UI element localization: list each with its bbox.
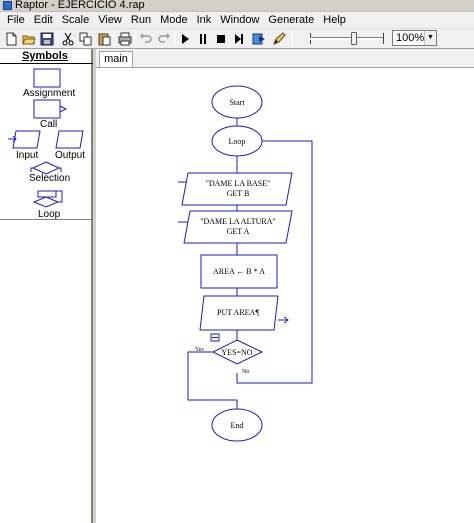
menu-window[interactable]: Window [216,13,264,28]
print-icon[interactable] [116,30,134,47]
slider-track [310,37,384,40]
panel-bottom-line [0,219,93,220]
menu-view[interactable]: View [94,13,127,28]
toolbar-separator [135,31,136,46]
menu-generate[interactable]: Generate [264,13,319,28]
symbol-label-output: Output [55,150,86,161]
menu-run[interactable]: Run [127,13,156,28]
input-altura-prompt: "DAME LA ALTURA" [200,217,276,226]
undo-icon[interactable] [137,30,155,47]
chevron-down-icon[interactable]: ▼ [424,31,436,45]
raptor-app-icon [3,1,12,10]
menu-bar: File Edit Scale View Run Mode Ink Window… [0,12,474,29]
open-folder-icon[interactable] [20,30,38,47]
redo-icon[interactable] [155,30,173,47]
cut-icon[interactable] [59,30,77,47]
flowchart: Start Loop "DAME LA BASE" GET B "DAME LA… [178,85,313,442]
loop-diamond [32,196,60,208]
end-label: End [231,421,244,430]
save-icon[interactable] [38,30,56,47]
assignment-label: AREA ← B * A [213,267,265,276]
call-symbol[interactable] [33,99,61,119]
stop-icon[interactable] [212,30,230,47]
loop-return-line [56,190,63,203]
loop-label: Loop [229,137,246,146]
toolbar-separator [57,31,58,46]
menu-mode[interactable]: Mode [156,13,193,28]
paste-icon[interactable] [95,30,113,47]
toolbar-separator [174,31,175,46]
flowchart-canvas[interactable]: Start Loop "DAME LA BASE" GET B "DAME LA… [96,67,474,523]
test-icon[interactable] [250,30,268,47]
new-file-icon[interactable] [2,30,20,47]
copy-icon[interactable] [77,30,95,47]
step-icon[interactable] [230,30,248,47]
slider-thumb[interactable] [351,32,357,45]
call-arrow-icon [59,105,68,113]
no-label: No [242,369,249,375]
input-symbol[interactable] [12,130,41,149]
symbols-title: Symbols [22,50,68,62]
input-base-prompt: "DAME LA BASE" [206,179,271,188]
toolbar-separator [114,31,115,46]
condition-label: YES=NO [221,348,252,357]
menu-help[interactable]: Help [319,13,351,28]
input-base-get: GET B [227,189,250,198]
tab-main[interactable]: main [99,51,133,67]
zoom-slider[interactable] [306,30,388,47]
menu-scale[interactable]: Scale [58,13,95,28]
input-altura-get: GET A [227,227,250,236]
menu-ink[interactable]: Ink [193,13,217,28]
start-label: Start [229,98,245,107]
assignment-symbol[interactable] [33,68,61,88]
output-symbol[interactable] [55,130,84,149]
menu-file[interactable]: File [3,13,30,28]
output-arrow-icon [278,316,289,324]
pause-icon[interactable] [194,30,212,47]
symbols-panel: Symbols Assignment Call Input Output Sel… [0,49,93,523]
symbol-label-assignment: Assignment [23,88,76,99]
title-bar: Raptor - EJERCICIO 4.rap [0,0,474,12]
play-icon[interactable] [176,30,194,47]
tab-strip: main [96,49,474,67]
zoom-value: 100% [396,32,425,44]
output-label: PUT AREA¶ [217,308,259,317]
window-title: Raptor - EJERCICIO 4.rap [15,0,145,11]
symbol-label-selection: Selection [29,173,71,184]
symbol-label-call: Call [40,119,58,130]
yes-label: Yes [195,347,204,353]
pen-icon[interactable] [270,30,288,47]
toolbar-separator [292,31,293,46]
symbol-label-input: Input [16,150,39,161]
slider-tick [383,33,384,44]
menu-edit[interactable]: Edit [30,13,58,28]
zoom-select[interactable]: 100% ▼ [392,30,437,46]
loop-symbol[interactable] [37,190,57,198]
